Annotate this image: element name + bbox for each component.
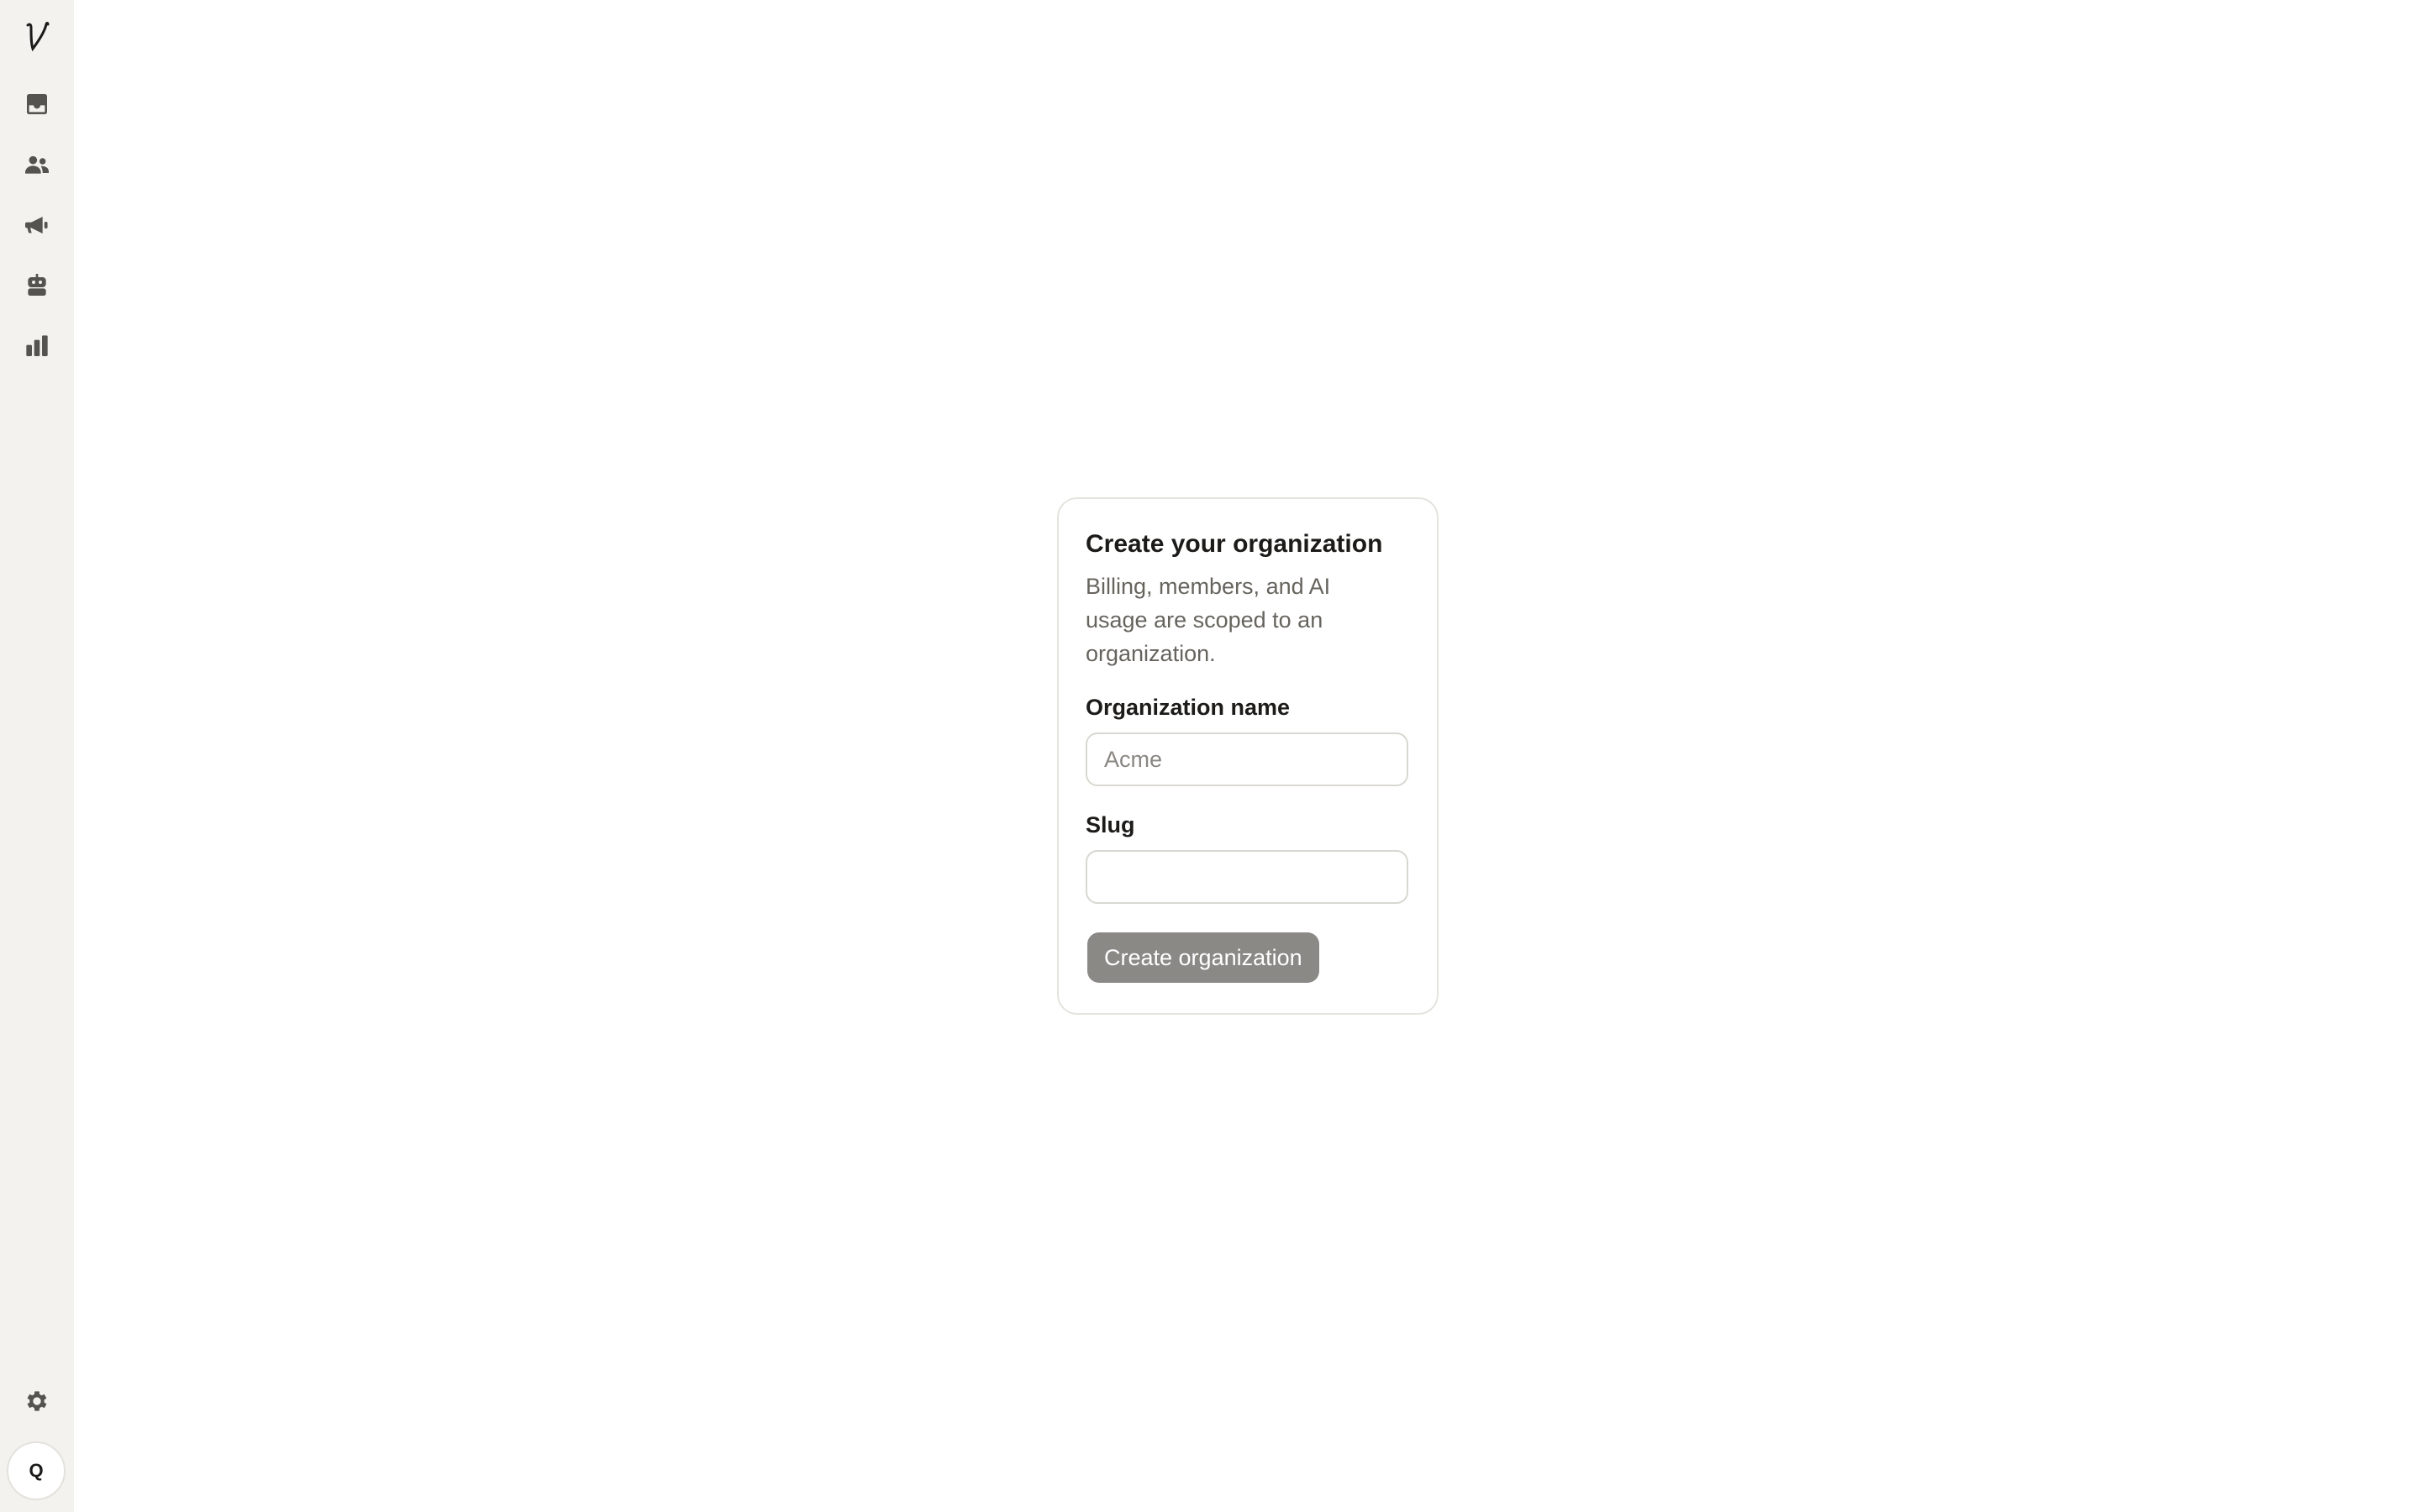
robot-icon <box>28 274 46 296</box>
sidebar-item-settings[interactable] <box>18 1383 55 1420</box>
sidebar-item-inbox[interactable] <box>18 86 55 123</box>
create-organization-button[interactable]: Create organization <box>1087 932 1319 983</box>
sidebar-item-contacts[interactable] <box>18 146 55 183</box>
sidebar-item-agents[interactable] <box>18 267 55 304</box>
slug-label: Slug <box>1086 812 1135 837</box>
card-title: Create your organization <box>1086 530 1383 558</box>
user-avatar[interactable]: Q <box>7 1441 66 1500</box>
main-content: Create your organization Billing, member… <box>74 0 2420 1512</box>
brand-logo[interactable] <box>18 15 55 55</box>
inbox-icon <box>27 94 47 114</box>
gear-icon <box>27 1391 47 1411</box>
sidebar-item-campaigns[interactable] <box>18 207 55 244</box>
sidebar-item-reports[interactable] <box>18 328 55 365</box>
slug-input[interactable] <box>1086 850 1408 904</box>
megaphone-icon <box>25 217 48 234</box>
bar-chart-icon <box>26 335 48 356</box>
create-organization-card: Create your organization Billing, member… <box>1057 497 1439 1015</box>
organization-name-label: Organization name <box>1086 695 1291 720</box>
card-description: Billing, members, and AI usage are scope… <box>1086 574 1331 666</box>
sidebar: Q <box>0 0 74 1512</box>
avatar-initial: Q <box>29 1460 44 1481</box>
brand-logo-v-icon <box>26 22 50 52</box>
organization-name-input[interactable] <box>1086 732 1408 786</box>
app-root: Q Create your organization Billing, memb… <box>0 0 2420 1512</box>
users-icon <box>25 155 49 174</box>
